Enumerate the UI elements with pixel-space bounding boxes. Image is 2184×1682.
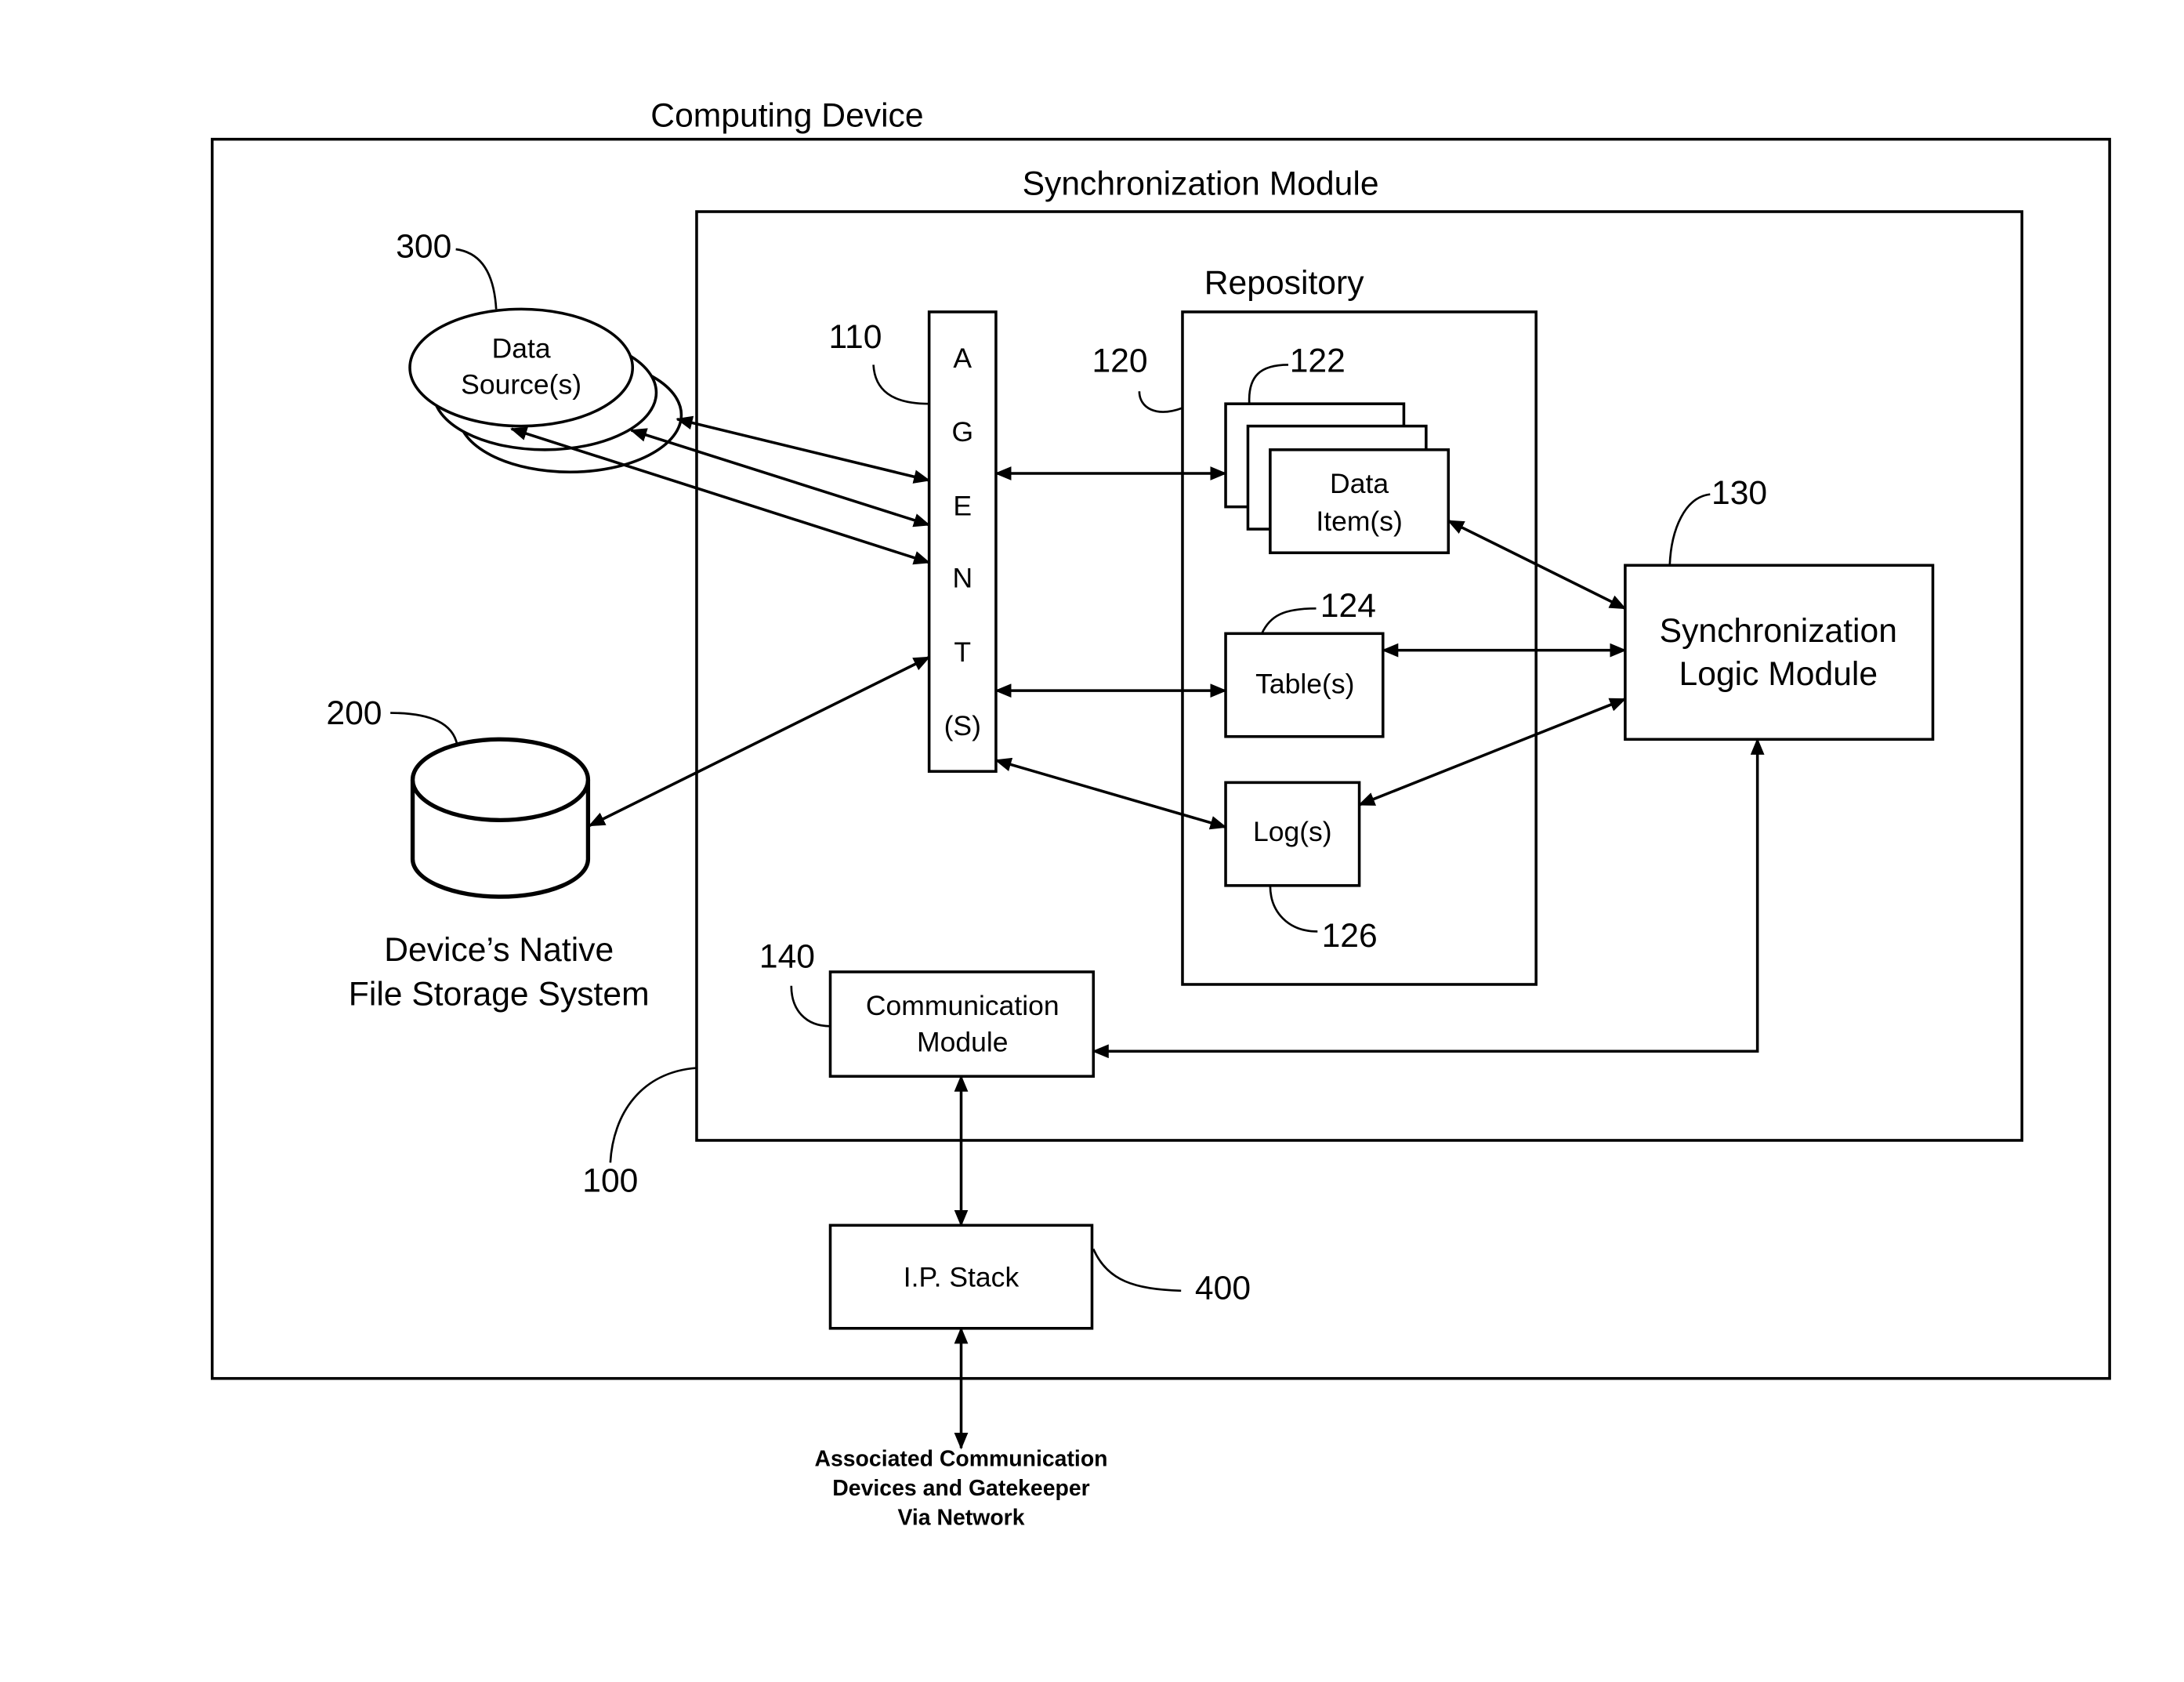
ref-126: 126 xyxy=(1322,917,1378,955)
ref-200: 200 xyxy=(326,694,382,732)
file-storage-label-2: File Storage System xyxy=(349,976,650,1013)
data-sources: Data Source(s) 300 xyxy=(396,228,683,474)
storage-cylinder-top xyxy=(410,737,591,823)
network-note: Associated Communication Devices and Gat… xyxy=(814,1447,1107,1531)
computing-device-title: Computing Device xyxy=(650,97,923,135)
ref-124-leader xyxy=(1261,607,1317,634)
ref-130: 130 xyxy=(1711,474,1767,512)
data-sources-label-1: Data xyxy=(492,333,551,364)
data-items-label-2: Item(s) xyxy=(1316,506,1402,537)
ref-120-leader xyxy=(1138,391,1183,413)
ref-110: 110 xyxy=(829,318,882,356)
arrow-agents-logs xyxy=(994,757,1227,830)
ip-stack-label: I.P. Stack xyxy=(904,1261,1020,1292)
agent-letter-s: (S) xyxy=(944,710,981,741)
arrow-source-agents-3 xyxy=(510,426,931,565)
sync-logic-label-2: Logic Module xyxy=(1679,655,1878,693)
ref-140: 140 xyxy=(759,938,815,976)
comm-module-label-2: Module xyxy=(917,1026,1008,1057)
file-storage-label-1: Device’s Native xyxy=(384,931,614,969)
diagram-canvas: Computing Device Synchronization Module … xyxy=(210,97,2111,1531)
ref-140-leader xyxy=(790,985,831,1028)
agent-letter-g: G xyxy=(951,416,973,448)
network-note-line-1: Associated Communication xyxy=(814,1447,1107,1472)
agent-letter-t: T xyxy=(954,636,971,668)
sync-logic-box xyxy=(1624,564,1935,741)
arrow-logs-logic xyxy=(1357,698,1627,807)
sync-logic-module: Synchronization Logic Module 130 xyxy=(1624,474,1935,741)
arrow-source-agents-1 xyxy=(675,415,931,484)
agent-letter-a: A xyxy=(953,343,972,374)
file-storage: Device’s Native File Storage System 200 xyxy=(326,694,649,1013)
agent-letter-n: N xyxy=(952,563,972,594)
data-source-ellipse-front xyxy=(408,307,635,428)
sync-module-title: Synchronization Module xyxy=(1023,165,1379,203)
ref-110-leader xyxy=(872,364,929,405)
repository: Repository 120 Data Item(s) 122 Table(s)… xyxy=(1092,264,1537,986)
connectors xyxy=(510,415,1765,1450)
ref-126-leader xyxy=(1269,885,1318,933)
ref-300-leader xyxy=(455,248,498,310)
arrow-comm-logic xyxy=(1092,738,1765,1059)
ref-120: 120 xyxy=(1092,342,1147,379)
ref-130-leader xyxy=(1668,493,1711,566)
ref-100: 100 xyxy=(582,1162,638,1200)
ip-stack: I.P. Stack 400 xyxy=(828,1223,1251,1330)
ref-100-leader xyxy=(609,1067,697,1163)
repository-title: Repository xyxy=(1204,264,1364,302)
ref-122-leader xyxy=(1248,364,1288,404)
communication-module: Communication Module 140 xyxy=(759,938,1096,1078)
ref-200-leader xyxy=(390,712,458,745)
comm-module-box xyxy=(828,970,1096,1078)
ref-122: 122 xyxy=(1290,342,1346,379)
arrow-agents-storage xyxy=(588,655,931,828)
comm-module-label-1: Communication xyxy=(866,990,1059,1021)
sync-logic-label-1: Synchronization xyxy=(1660,612,1897,650)
agents: A G E N T (S) 110 xyxy=(829,310,998,773)
ref-300: 300 xyxy=(396,228,451,266)
ref-400: 400 xyxy=(1195,1269,1251,1307)
data-items-label-1: Data xyxy=(1330,468,1389,499)
logs-label: Log(s) xyxy=(1253,816,1332,847)
network-note-line-2: Devices and Gatekeeper xyxy=(832,1476,1089,1501)
ref-400-leader xyxy=(1092,1248,1182,1292)
network-note-line-3: Via Network xyxy=(897,1505,1024,1530)
agent-letter-e: E xyxy=(953,490,972,521)
agents-box xyxy=(927,310,998,773)
data-sources-label-2: Source(s) xyxy=(461,369,581,401)
data-item-card-front xyxy=(1269,448,1451,555)
ref-124: 124 xyxy=(1320,587,1376,625)
tables-label: Table(s) xyxy=(1255,669,1354,700)
